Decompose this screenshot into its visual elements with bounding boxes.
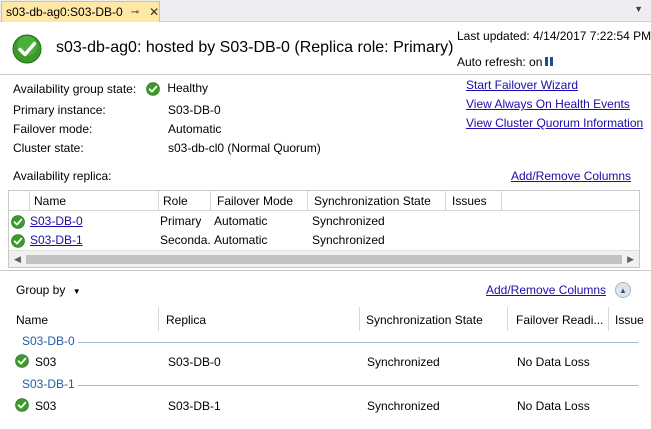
db-col-header-issues[interactable]: Issue bbox=[615, 313, 644, 327]
replica-grid-header: Name Role Failover Mode Synchronization … bbox=[9, 191, 639, 211]
group-by-dropdown[interactable]: Group by ▼ bbox=[16, 283, 81, 297]
scroll-left-icon[interactable]: ◀ bbox=[14, 254, 21, 265]
view-cluster-quorum-link[interactable]: View Cluster Quorum Information bbox=[466, 116, 643, 130]
col-header-failover-mode[interactable]: Failover Mode bbox=[217, 194, 293, 208]
availability-replica-label: Availability replica: bbox=[13, 169, 112, 183]
last-updated-text: Last updated: 4/14/2017 7:22:54 PM bbox=[457, 29, 651, 43]
primary-instance-value: S03-DB-0 bbox=[168, 103, 221, 117]
group-divider bbox=[78, 342, 638, 343]
healthy-check-icon bbox=[11, 215, 25, 229]
db-name: S03 bbox=[35, 399, 57, 413]
db-replica: S03-DB-0 bbox=[168, 355, 221, 369]
healthy-check-icon bbox=[15, 398, 29, 412]
db-col-header-failover-readiness[interactable]: Failover Readi... bbox=[516, 313, 603, 327]
start-failover-wizard-link[interactable]: Start Failover Wizard bbox=[466, 78, 578, 92]
dashboard-header: s03-db-ag0: hosted by S03-DB-0 (Replica … bbox=[0, 23, 651, 75]
scrollbar-thumb[interactable] bbox=[26, 255, 622, 264]
replica-grid: Name Role Failover Mode Synchronization … bbox=[8, 190, 640, 268]
tab-title: s03-db-ag0:S03-DB-0 bbox=[6, 5, 123, 19]
group-by-label: Group by bbox=[16, 283, 66, 297]
db-failover-readiness: No Data Loss bbox=[517, 399, 590, 413]
db-sync-state: Synchronized bbox=[367, 399, 440, 413]
col-header-role[interactable]: Role bbox=[163, 194, 188, 208]
replica-sync-state: Synchronized bbox=[312, 214, 385, 228]
group-header[interactable]: S03-DB-1 bbox=[22, 377, 75, 391]
pin-icon[interactable]: ⊸ bbox=[131, 7, 139, 18]
healthy-status-icon bbox=[12, 34, 42, 64]
failover-mode-value: Automatic bbox=[168, 122, 222, 136]
tab-dropdown-icon[interactable]: ▼ bbox=[634, 4, 643, 14]
table-row[interactable]: S03-DB-1 Seconda... Automatic Synchroniz… bbox=[9, 231, 639, 250]
close-tab-icon[interactable]: ✕ bbox=[149, 5, 159, 19]
db-col-header-sync-state[interactable]: Synchronization State bbox=[366, 313, 483, 327]
col-header-sync-state[interactable]: Synchronization State bbox=[314, 194, 431, 208]
db-name: S03 bbox=[35, 355, 57, 369]
document-tab[interactable]: s03-db-ag0:S03-DB-0 ⊸ ✕ bbox=[1, 1, 160, 22]
db-col-header-name[interactable]: Name bbox=[16, 313, 48, 327]
replica-name-link[interactable]: S03-DB-0 bbox=[30, 214, 83, 228]
database-add-remove-columns-link[interactable]: Add/Remove Columns bbox=[486, 283, 606, 297]
replica-failover-mode: Automatic bbox=[214, 214, 268, 228]
replica-role: Seconda... bbox=[160, 233, 210, 247]
replica-failover-mode: Automatic bbox=[214, 233, 268, 247]
page-title: s03-db-ag0: hosted by S03-DB-0 (Replica … bbox=[56, 39, 454, 56]
db-failover-readiness: No Data Loss bbox=[517, 355, 590, 369]
horizontal-scrollbar[interactable]: ◀ ▶ bbox=[9, 250, 639, 267]
healthy-check-icon bbox=[146, 82, 160, 96]
healthy-check-icon bbox=[15, 354, 29, 368]
replica-name-link[interactable]: S03-DB-1 bbox=[30, 233, 83, 247]
group-divider bbox=[78, 385, 638, 386]
primary-instance-label: Primary instance: bbox=[13, 103, 106, 117]
cluster-state-label: Cluster state: bbox=[13, 141, 84, 155]
col-header-issues[interactable]: Issues bbox=[452, 194, 487, 208]
collapse-icon[interactable]: ▲ bbox=[615, 282, 631, 298]
ag-state-label: Availability group state: bbox=[13, 82, 137, 96]
group-header[interactable]: S03-DB-0 bbox=[22, 334, 75, 348]
db-sync-state: Synchronized bbox=[367, 355, 440, 369]
auto-refresh-text: Auto refresh: on bbox=[457, 55, 543, 69]
healthy-check-icon bbox=[11, 234, 25, 248]
col-header-name[interactable]: Name bbox=[34, 194, 66, 208]
cluster-state-value: s03-db-cl0 (Normal Quorum) bbox=[168, 141, 321, 155]
pause-refresh-icon[interactable] bbox=[542, 54, 556, 68]
db-col-header-replica[interactable]: Replica bbox=[166, 313, 206, 327]
table-row[interactable]: S03-DB-0 Primary Automatic Synchronized bbox=[9, 212, 639, 231]
replica-sync-state: Synchronized bbox=[312, 233, 385, 247]
chevron-down-icon: ▼ bbox=[72, 287, 81, 296]
failover-mode-label: Failover mode: bbox=[13, 122, 93, 136]
replica-add-remove-columns-link[interactable]: Add/Remove Columns bbox=[511, 169, 631, 183]
db-replica: S03-DB-1 bbox=[168, 399, 221, 413]
replica-role: Primary bbox=[160, 214, 202, 228]
ag-state-value-wrap: Healthy bbox=[146, 81, 208, 96]
document-tab-strip: s03-db-ag0:S03-DB-0 ⊸ ✕ ▼ bbox=[0, 0, 651, 22]
database-pane: Group by ▼ Add/Remove Columns ▲ Name Rep… bbox=[0, 270, 651, 429]
ag-state-value: Healthy bbox=[167, 81, 209, 95]
view-health-events-link[interactable]: View Always On Health Events bbox=[466, 97, 630, 111]
scroll-right-icon[interactable]: ▶ bbox=[627, 254, 634, 265]
